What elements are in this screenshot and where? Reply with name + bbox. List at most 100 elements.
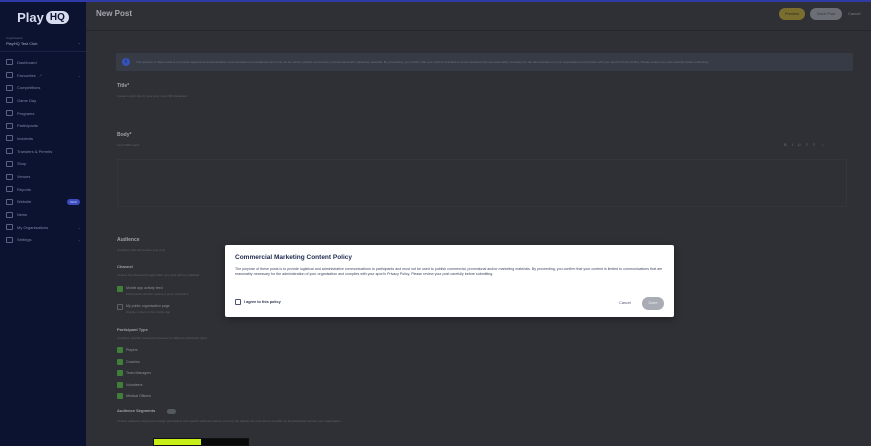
sidebar-item-label: Game Day bbox=[17, 97, 37, 103]
top-header: New Post Preview Save Post Cancel bbox=[86, 0, 871, 31]
participant-type-checkbox[interactable] bbox=[117, 347, 123, 353]
segments-toggle[interactable] bbox=[167, 409, 176, 414]
sidebar-item-transfers-permits[interactable]: Transfers & Permits bbox=[0, 145, 86, 158]
star-icon bbox=[6, 72, 13, 79]
editor-tool-button[interactable]: ⇔ bbox=[820, 142, 824, 147]
website-icon bbox=[6, 198, 13, 205]
people-icon bbox=[6, 122, 13, 129]
sidebar-item-settings[interactable]: Settings ⌄ bbox=[0, 234, 86, 247]
trophy-icon bbox=[6, 84, 13, 91]
audience-label: Audience bbox=[117, 237, 140, 243]
editor-tool-button[interactable]: B bbox=[784, 142, 787, 147]
whistle-icon bbox=[6, 97, 13, 104]
channel-checkbox[interactable] bbox=[117, 286, 123, 292]
sidebar-item-shop[interactable]: Shop bbox=[0, 158, 86, 171]
sidebar-item-incidents[interactable]: Incidents bbox=[0, 132, 86, 145]
agree-checkbox[interactable] bbox=[235, 299, 241, 305]
sidebar-item-label: Shop bbox=[17, 161, 27, 167]
sidebar-item-reports[interactable]: Reports bbox=[0, 183, 86, 196]
editor-tool-button[interactable]: ≡ bbox=[806, 142, 808, 147]
channel-option-sub: Display content in the mobile app bbox=[126, 310, 171, 314]
sidebar-item-participants[interactable]: Participants bbox=[0, 119, 86, 132]
chevron-down-icon: ⌄ bbox=[77, 40, 81, 45]
participant-type-label: Players bbox=[126, 348, 138, 352]
sidebar-item-news[interactable]: News bbox=[0, 208, 86, 221]
app-logo[interactable]: Play HQ bbox=[0, 0, 86, 32]
org-caption: Organisation bbox=[6, 36, 24, 40]
participant-type-checkbox[interactable] bbox=[117, 370, 123, 376]
participant-type-hint: Configure specific viewing permissions f… bbox=[117, 336, 208, 340]
sidebar-item-game-day[interactable]: Game Day bbox=[0, 94, 86, 107]
cancel-button[interactable]: Cancel bbox=[848, 11, 860, 16]
participant-type-checkbox[interactable] bbox=[117, 358, 123, 365]
logo-text: Play bbox=[17, 9, 44, 25]
globe-icon bbox=[6, 224, 13, 231]
editor-tool-button[interactable]: ≡ bbox=[813, 142, 815, 147]
external-link-icon: ↗ bbox=[38, 72, 43, 78]
news-icon bbox=[6, 211, 13, 218]
sidebar-item-label: My Organisations bbox=[17, 224, 49, 230]
modal-done-button[interactable]: Done bbox=[642, 297, 664, 310]
organisation-switcher[interactable]: Organisation PlayHQ Test Club ⌄ bbox=[0, 32, 86, 52]
channel-checkbox[interactable] bbox=[117, 304, 123, 310]
shop-icon bbox=[6, 160, 13, 167]
participant-type-checkbox[interactable] bbox=[117, 393, 123, 399]
sidebar: Play HQ Organisation PlayHQ Test Club ⌄ … bbox=[0, 0, 86, 446]
preview-button[interactable]: Preview bbox=[779, 8, 805, 20]
body-hint: Limit 5000 words bbox=[117, 143, 140, 147]
sidebar-item-my-organisations[interactable]: My Organisations ⌄ bbox=[0, 221, 86, 234]
modal-cancel-button[interactable]: Cancel bbox=[613, 298, 637, 309]
color-swatch-bar bbox=[153, 438, 249, 446]
title-input[interactable]: Create a short title for your post, max … bbox=[117, 94, 187, 98]
logo-badge: HQ bbox=[45, 10, 69, 24]
title-label: Title* bbox=[117, 83, 130, 89]
org-name: PlayHQ Test Club bbox=[6, 41, 38, 46]
agree-checkbox-row[interactable]: I agree to this policy bbox=[235, 299, 281, 305]
body-editor[interactable] bbox=[117, 159, 847, 207]
participant-type-label: Medical Officers bbox=[126, 394, 152, 398]
channel-option-sub: Participants will also receive a push no… bbox=[126, 292, 189, 296]
editor-tool-button[interactable]: U bbox=[798, 142, 801, 147]
transfer-icon bbox=[6, 148, 13, 155]
editor-toolbar: B I U ≡ ≡ ⇔ bbox=[784, 142, 824, 147]
venue-icon bbox=[6, 173, 13, 180]
participant-type-label: Coaches bbox=[126, 359, 140, 364]
notice-text: The purpose of these posts is to provide… bbox=[136, 60, 710, 64]
lime-swatch bbox=[154, 439, 201, 445]
calendar-icon bbox=[6, 110, 13, 117]
page-title: New Post bbox=[96, 9, 133, 18]
info-icon: i bbox=[122, 58, 130, 66]
audience-hint: Configure who will receive your post bbox=[117, 248, 166, 252]
sidebar-item-label: Website bbox=[17, 199, 32, 205]
sidebar-item-label: Favourites bbox=[17, 72, 36, 78]
sidebar-item-venues[interactable]: Venues bbox=[0, 170, 86, 183]
participant-type-label: Team Managers bbox=[126, 371, 152, 375]
save-post-button[interactable]: Save Post bbox=[810, 8, 842, 20]
sidebar-item-label: Dashboard bbox=[17, 59, 37, 65]
editor-tool-button[interactable]: I bbox=[792, 142, 793, 147]
segments-label: Audience Segments bbox=[117, 408, 156, 413]
segments-hint: Choose audience segments to target parti… bbox=[117, 419, 342, 423]
participant-type-checkbox[interactable] bbox=[117, 381, 123, 388]
chevron-down-icon: ⌄ bbox=[77, 224, 81, 230]
sidebar-item-label: Incidents bbox=[17, 135, 34, 141]
channel-option-label: Mobile app activity feed bbox=[126, 286, 163, 290]
sidebar-item-label: Participants bbox=[17, 123, 38, 129]
channel-hint: Choose the channel through which your po… bbox=[117, 273, 200, 277]
sidebar-item-dashboard[interactable]: Dashboard bbox=[0, 56, 86, 69]
new-badge: NEW bbox=[67, 198, 80, 205]
participant-type-label: Volunteers bbox=[126, 382, 143, 387]
modal-body: The purpose of these posts is to provide… bbox=[235, 267, 663, 276]
sidebar-item-label: Competitions bbox=[17, 85, 41, 91]
sidebar-item-favourites[interactable]: Favourites ↗ ⌄ bbox=[0, 69, 86, 82]
dark-swatch bbox=[201, 439, 248, 445]
sidebar-item-label: Transfers & Permits bbox=[17, 148, 53, 154]
sidebar-item-label: Venues bbox=[17, 174, 31, 180]
modal-title: Commercial Marketing Content Policy bbox=[235, 254, 353, 261]
sidebar-item-website[interactable]: Website NEW bbox=[0, 196, 86, 209]
sidebar-item-label: Reports bbox=[17, 186, 32, 192]
sidebar-item-programs[interactable]: Programs bbox=[0, 107, 86, 120]
sidebar-item-competitions[interactable]: Competitions bbox=[0, 81, 86, 94]
gear-icon bbox=[6, 236, 13, 243]
sidebar-item-label: Settings bbox=[17, 237, 32, 243]
